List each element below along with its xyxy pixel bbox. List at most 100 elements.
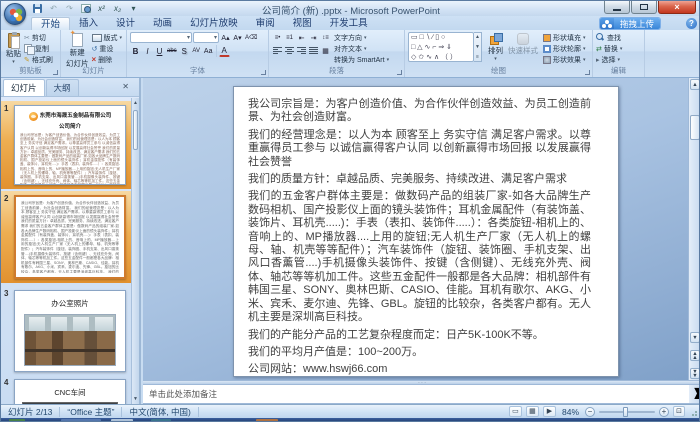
normal-view-button[interactable]: ▭ xyxy=(509,406,522,417)
grow-font-button[interactable]: A▴ xyxy=(220,32,231,43)
slideshow-view-button[interactable]: ▶ xyxy=(543,406,556,417)
notes-placeholder[interactable]: 单击此处添加备注 xyxy=(143,385,700,400)
italic-button[interactable]: I xyxy=(142,46,153,57)
scroll-down-button[interactable]: ▼ xyxy=(690,332,700,343)
vertical-scrollbar[interactable]: ▲ ▼ ▲▲ ▼▼ xyxy=(688,78,700,380)
upload-plugin-button[interactable]: 拖拽上传 xyxy=(599,17,661,30)
next-slide-button[interactable]: ▼▼ xyxy=(690,368,700,379)
select-button[interactable]: ▸选择▾ xyxy=(596,54,641,65)
slide-3-thumbnail[interactable]: 办公室照片 xyxy=(14,290,126,372)
tab-review[interactable]: 审阅 xyxy=(247,17,284,30)
dialog-launcher[interactable] xyxy=(53,70,58,75)
align-text-button[interactable]: 对齐文本▾ xyxy=(334,43,389,54)
close-panel-icon[interactable]: ✕ xyxy=(122,82,129,91)
tab-home[interactable]: 开始 xyxy=(31,17,70,30)
tab-view[interactable]: 视图 xyxy=(284,17,321,30)
redo-button[interactable]: ↷ xyxy=(63,3,76,15)
undo-button[interactable]: ↶ xyxy=(47,3,60,15)
shape-fill-button[interactable]: 形状填充▾ xyxy=(543,32,586,43)
zoom-slider-thumb[interactable] xyxy=(623,407,628,417)
text-shadow-button[interactable]: S xyxy=(179,46,190,57)
zoom-in-button[interactable]: + xyxy=(659,407,669,417)
convert-smartart-button[interactable]: 转换为 SmartArt▾ xyxy=(334,54,389,65)
tab-design[interactable]: 设计 xyxy=(107,17,144,30)
columns-button[interactable]: ▦ xyxy=(320,45,331,56)
slide-2-thumbnail-current[interactable]: 我公司宗旨是：为客户创造价值、为合作伙伴创造效益、为员工创造前景、为社会创造财富… xyxy=(14,195,126,279)
shapes-gallery-scrollbar[interactable]: ▲ ▼ ≡ xyxy=(474,32,482,62)
customize-qat-button[interactable]: ▾ xyxy=(127,3,140,15)
tab-outline[interactable]: 大纲 xyxy=(46,79,79,96)
superscript-button[interactable]: x² xyxy=(95,3,108,15)
increase-indent-button[interactable]: ⇥ xyxy=(308,32,319,43)
character-spacing-button[interactable]: AV xyxy=(191,46,202,57)
cut-button[interactable]: ✂剪切 xyxy=(24,32,53,43)
notes-pane[interactable]: 单击此处添加备注 ▲ ▼ xyxy=(143,385,700,404)
slide-4-thumbnail[interactable]: CNC车间 xyxy=(14,379,126,404)
dialog-launcher[interactable] xyxy=(261,70,266,75)
help-button[interactable]: ? xyxy=(686,18,697,29)
clear-formatting-button[interactable]: A⌫ xyxy=(244,32,259,43)
previous-slide-button[interactable]: ▲▲ xyxy=(690,350,700,361)
tab-animations[interactable]: 动画 xyxy=(144,17,181,30)
delete-slide-button[interactable]: ×删除 xyxy=(92,54,123,65)
font-size-combo[interactable] xyxy=(193,32,219,43)
format-painter-button[interactable]: ✎格式刷 xyxy=(24,54,53,65)
restore-button[interactable] xyxy=(631,1,657,14)
find-button[interactable]: 查找 xyxy=(596,32,641,43)
arrange-button[interactable]: 排列 ▾ xyxy=(486,32,505,63)
scroll-up-button[interactable]: ▲ xyxy=(690,79,700,90)
dialog-launcher[interactable] xyxy=(585,70,590,75)
paste-button[interactable]: 粘贴 ▾ xyxy=(4,32,23,66)
save-button[interactable] xyxy=(31,3,44,15)
shapes-gallery[interactable]: ▭ □ ∖ ∕ ▯ ○ □ △ ∿ ⌐ ⇒ ⇓ ◇ ✩ ∿ ∧ （ ） xyxy=(408,32,474,62)
copy-button[interactable]: 复制 xyxy=(24,43,53,54)
panel-scrollbar[interactable]: ▲ ▼ xyxy=(131,98,139,404)
align-center-button[interactable] xyxy=(284,45,295,56)
zoom-out-button[interactable]: − xyxy=(585,407,595,417)
slide-1-thumbnail[interactable]: 东莞市海晟五金制品有限公司 公司简介 我公司宗旨是：为客户创造价值、为合作伙伴创… xyxy=(14,105,126,185)
office-button[interactable] xyxy=(4,3,26,25)
slide-body-text[interactable]: 我公司宗旨是：为客户创造价值、为合作伙伴创造效益、为员工创造前景、为社会创造财富… xyxy=(234,87,618,377)
tab-slides-thumbnails[interactable]: 幻灯片 xyxy=(3,79,45,96)
zoom-slider[interactable] xyxy=(599,411,655,413)
change-case-button[interactable]: Aa xyxy=(203,46,214,57)
numbering-button[interactable]: ≡1 xyxy=(284,32,295,43)
shape-effects-button[interactable]: 形状效果▾ xyxy=(543,54,586,65)
text-direction-button[interactable]: 文字方向▾ xyxy=(334,32,389,43)
reset-button[interactable]: ↺重设 xyxy=(92,43,123,54)
bold-button[interactable]: B xyxy=(130,46,141,57)
replace-button[interactable]: ⇄替换▾ xyxy=(596,43,641,54)
line-spacing-button[interactable]: ↕≡ xyxy=(320,32,331,43)
align-left-button[interactable] xyxy=(272,45,283,56)
scrollbar-thumb[interactable] xyxy=(690,115,700,140)
dialog-launcher[interactable] xyxy=(397,70,402,75)
font-name-combo[interactable] xyxy=(130,32,192,43)
theme-name[interactable]: “Office 主题” xyxy=(60,407,122,417)
shape-outline-button[interactable]: 形状轮廓▾ xyxy=(543,43,586,54)
notes-scrollbar[interactable]: ▲ ▼ xyxy=(689,385,700,403)
font-color-button[interactable]: A xyxy=(219,46,230,57)
zoom-level[interactable]: 84% xyxy=(560,407,581,417)
decrease-indent-button[interactable]: ⇤ xyxy=(296,32,307,43)
language-indicator[interactable]: 中文(简体, 中国) xyxy=(122,407,198,417)
quick-styles-button[interactable]: 快速样式 xyxy=(506,32,540,57)
resize-grip[interactable] xyxy=(689,406,697,417)
shrink-font-button[interactable]: A▾ xyxy=(232,32,243,43)
tab-slideshow[interactable]: 幻灯片放映 xyxy=(181,17,247,30)
slide-canvas[interactable]: 我公司宗旨是：为客户创造价值、为合作伙伴创造效益、为员工创造前景、为社会创造财富… xyxy=(233,86,619,377)
workspace: 幻灯片 大纲 ✕ 1 东莞市海晟五金制品有限公司 公司简介 我公司宗旨是：为客户… xyxy=(1,78,700,404)
scrollbar-thumb[interactable] xyxy=(133,110,138,150)
underline-button[interactable]: U xyxy=(154,46,165,57)
strikethrough-button[interactable]: abc xyxy=(166,46,178,57)
justify-button[interactable] xyxy=(308,45,319,56)
align-right-button[interactable] xyxy=(296,45,307,56)
bullets-button[interactable]: ≡• xyxy=(272,32,283,43)
minimize-button[interactable] xyxy=(604,1,630,14)
fit-to-window-button[interactable]: ⊡ xyxy=(673,406,685,417)
close-button[interactable]: × xyxy=(658,1,696,14)
layout-button[interactable]: 版式▾ xyxy=(92,32,123,43)
subscript-button[interactable]: x₂ xyxy=(111,3,124,15)
print-preview-button[interactable] xyxy=(79,3,92,15)
slide-sorter-view-button[interactable]: ▦ xyxy=(526,406,539,417)
tab-developer[interactable]: 开发工具 xyxy=(321,17,377,30)
